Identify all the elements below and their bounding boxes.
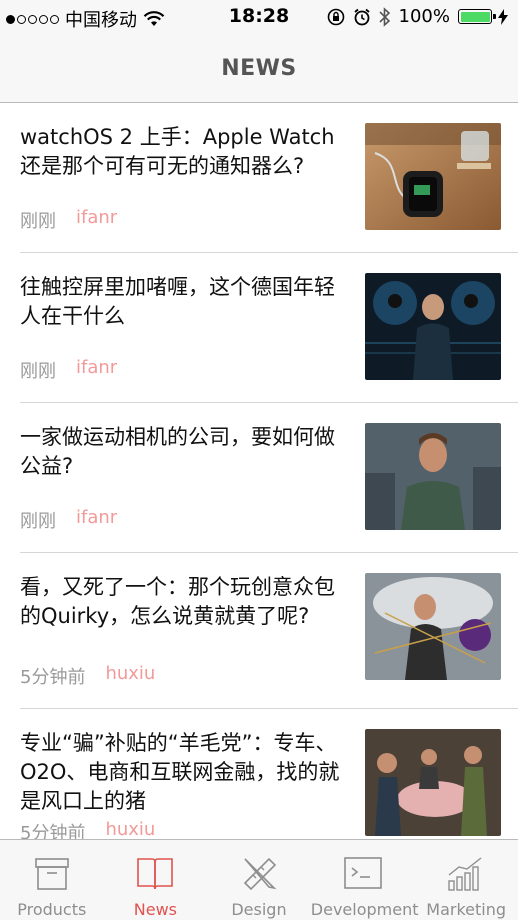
news-thumbnail [365,729,501,836]
terminal-icon [343,857,382,889]
news-time: 刚刚 [20,361,56,382]
news-source: ifanr [76,357,118,378]
news-item[interactable]: watchOS 2 上手：Apple Watch 还是那个可有可无的通知器么? … [0,103,518,253]
tab-label: Products [17,900,87,919]
news-thumbnail [365,123,501,230]
tab-label: Marketing [426,900,507,919]
news-source: huxiu [105,819,156,839]
status-right-group: 100% [327,6,508,27]
alarm-icon [353,8,370,25]
news-meta: 刚刚 ifanr [20,207,117,233]
navigation-bar: NEWS [0,34,518,103]
rotation-lock-icon [327,8,344,25]
news-list[interactable]: watchOS 2 上手：Apple Watch 还是那个可有可无的通知器么? … [0,103,518,839]
news-source: huxiu [105,663,156,684]
book-icon [137,858,174,890]
news-meta: 5分钟前 huxiu [20,663,155,689]
news-thumbnail [365,573,501,680]
news-title: watchOS 2 上手：Apple Watch 还是那个可有可无的通知器么? [20,125,335,178]
box-icon [34,858,69,890]
news-meta: 刚刚 ifanr [20,357,117,383]
battery-icon [458,9,496,24]
news-time: 刚刚 [20,511,56,532]
battery-percent: 100% [398,6,450,27]
news-item[interactable]: 一家做运动相机的公司，要如何做公益? 刚刚 ifanr [0,403,518,553]
news-item[interactable]: 往触控屏里加啫喱，这个德国年轻人在干什么 刚刚 ifanr [0,253,518,403]
tab-label: Design [231,900,287,919]
news-item[interactable]: 专业“骗”补贴的“羊毛党”：专车、O2O、电商和互联网金融，找的就是风口上的猪 … [0,709,518,839]
news-thumbnail [365,423,501,530]
tab-label: Development [310,900,419,919]
status-bar: 中国移动 18:28 100% [0,0,518,34]
news-meta: 刚刚 ifanr [20,507,117,533]
news-time: 刚刚 [20,211,56,232]
news-title: 往触控屏里加啫喱，这个德国年轻人在干什么 [20,275,335,328]
news-title: 专业“骗”补贴的“羊毛党”：专车、O2O、电商和互联网金融，找的就是风口上的猪 [20,731,340,813]
bar-chart-icon [448,857,482,891]
news-meta: 5分钟前 huxiu [20,819,155,839]
news-source: ifanr [76,507,118,528]
news-thumbnail [365,273,501,380]
ruler-pencil-icon [243,857,277,891]
news-time: 5分钟前 [20,667,86,688]
news-source: ifanr [76,207,118,228]
news-item[interactable]: 看，又死了一个：那个玩创意众包的Quirky，怎么说黄就黄了呢? 5分钟前 hu… [0,553,518,709]
tab-label: News [133,900,177,919]
tab-bar: Products News Design Development Marketi… [0,839,518,920]
tab-development[interactable]: Development [310,840,419,920]
page-title: NEWS [221,55,297,81]
tab-news[interactable]: News [104,840,208,920]
news-title: 看，又死了一个：那个玩创意众包的Quirky，怎么说黄就黄了呢? [20,575,335,628]
charging-bolt-icon [498,8,508,25]
tab-design[interactable]: Design [207,840,311,920]
tab-marketing[interactable]: Marketing [414,840,518,920]
bluetooth-icon [378,6,390,27]
tab-products[interactable]: Products [0,840,104,920]
news-time: 5分钟前 [20,823,86,839]
news-title: 一家做运动相机的公司，要如何做公益? [20,425,335,478]
